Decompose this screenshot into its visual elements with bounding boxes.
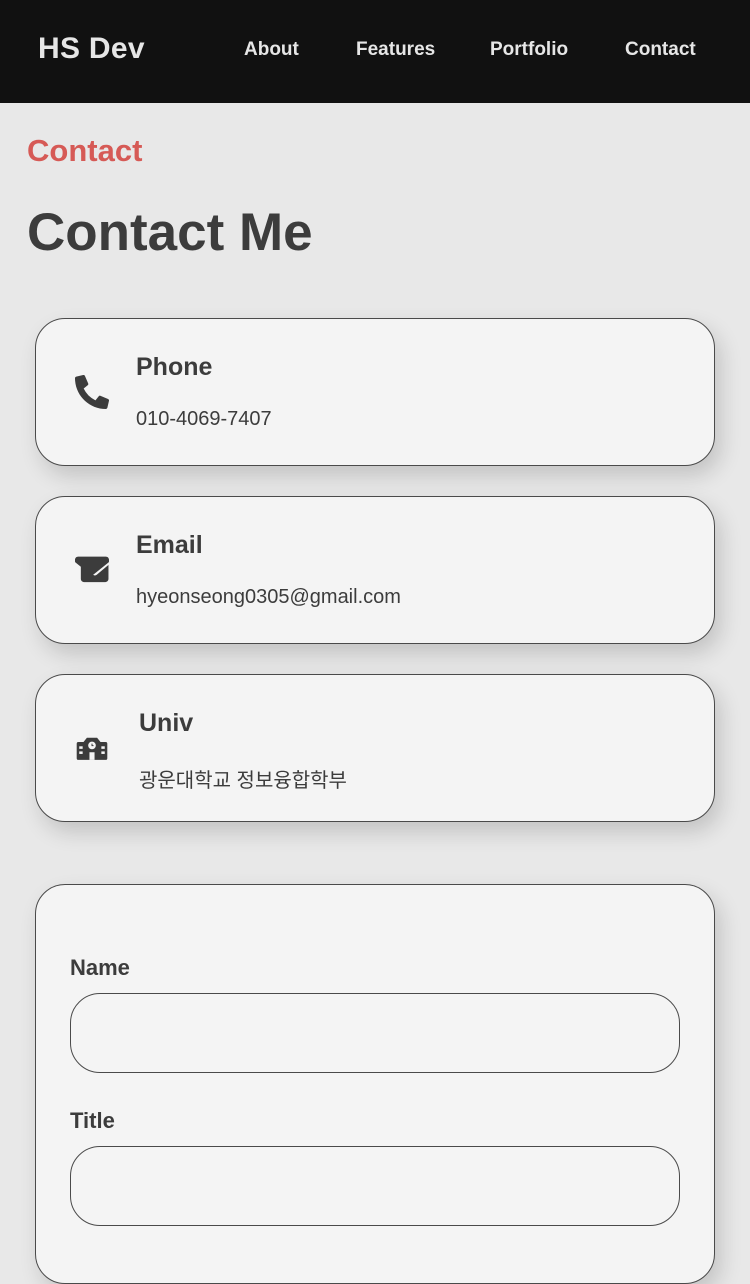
email-address[interactable]: hyeonseong0305@gmail.com (136, 586, 401, 609)
title-label: Title (70, 1108, 115, 1133)
section-label: Contact (27, 133, 143, 168)
nav-link-portfolio[interactable]: Portfolio (490, 39, 568, 61)
name-input[interactable] (70, 993, 680, 1073)
contact-card-univ: Univ 광운대학교 정보융합학부 (35, 674, 715, 822)
phone-number: 010-4069-7407 (136, 408, 272, 430)
nav-link-features[interactable]: Features (356, 39, 435, 61)
school-icon (75, 731, 109, 765)
navbar: HS Dev About Features Portfolio Contact (0, 0, 750, 103)
contact-card-email: Email hyeonseong0305@gmail.com (35, 496, 715, 644)
envelope-icon (75, 553, 109, 587)
contact-card-title: Univ (139, 709, 194, 737)
contact-form: Name Title (35, 884, 715, 1284)
contact-card-phone: Phone 010-4069-7407 (35, 318, 715, 466)
name-label: Name (70, 955, 130, 980)
phone-icon (75, 375, 109, 409)
contact-card-title: Email (136, 531, 203, 559)
page-title: Contact Me (27, 203, 313, 262)
contact-card-title: Phone (136, 353, 213, 381)
university-name: 광운대학교 정보융합학부 (139, 770, 347, 792)
nav-link-contact[interactable]: Contact (625, 39, 696, 61)
brand-logo[interactable]: HS Dev (38, 32, 145, 66)
nav-link-about[interactable]: About (244, 39, 299, 61)
title-input[interactable] (70, 1146, 680, 1226)
